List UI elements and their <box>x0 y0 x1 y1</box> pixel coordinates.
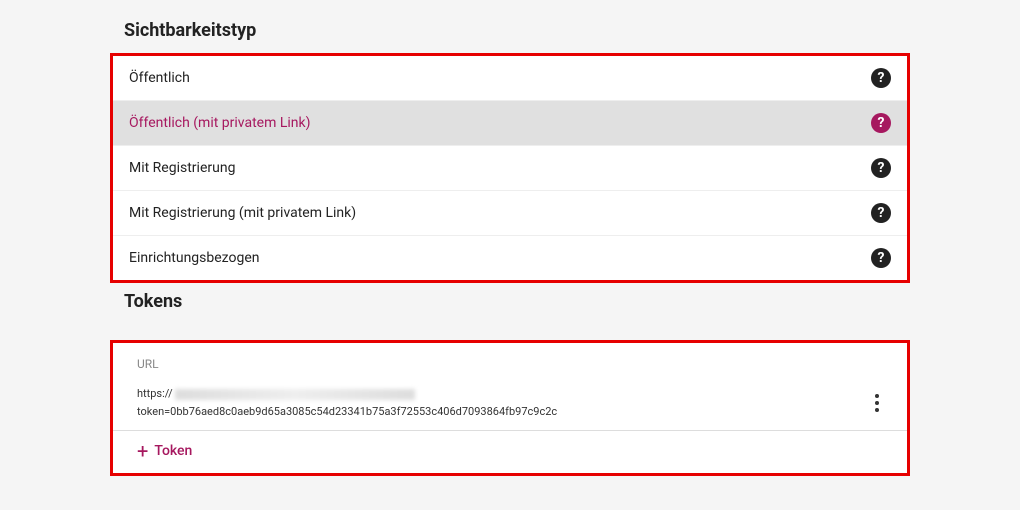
visibility-option-label: Öffentlich <box>129 70 190 86</box>
tokens-title: Tokens <box>110 291 910 312</box>
help-icon[interactable]: ? <box>871 248 891 268</box>
visibility-option-label: Mit Registrierung <box>129 160 235 176</box>
help-icon[interactable]: ? <box>871 113 891 133</box>
visibility-option-public[interactable]: Öffentlich ? <box>113 56 907 101</box>
visibility-section: Sichtbarkeitstyp Öffentlich ? Öffentlich… <box>110 20 910 283</box>
add-token-label: Token <box>154 443 192 459</box>
plus-icon: + <box>137 441 148 461</box>
visibility-option-public-private-link[interactable]: Öffentlich (mit privatem Link) ? <box>113 101 907 146</box>
visibility-option-label: Mit Registrierung (mit privatem Link) <box>129 205 356 221</box>
visibility-option-label: Öffentlich (mit privatem Link) <box>129 115 311 131</box>
add-token-button[interactable]: + Token <box>113 431 907 473</box>
visibility-list: Öffentlich ? Öffentlich (mit privatem Li… <box>113 56 907 280</box>
tokens-section: Tokens URL https:// token=0bb76aed8c0aeb… <box>110 291 910 476</box>
visibility-option-institution[interactable]: Einrichtungsbezogen ? <box>113 236 907 280</box>
visibility-option-label: Einrichtungsbezogen <box>129 250 260 266</box>
token-row: https:// token=0bb76aed8c0aeb9d65a3085c5… <box>113 379 907 431</box>
help-icon[interactable]: ? <box>871 68 891 88</box>
more-menu-icon[interactable] <box>865 391 889 415</box>
help-icon[interactable]: ? <box>871 158 891 178</box>
redacted-url-part <box>175 389 415 400</box>
help-icon[interactable]: ? <box>871 203 891 223</box>
visibility-option-registration[interactable]: Mit Registrierung ? <box>113 146 907 191</box>
visibility-option-registration-private-link[interactable]: Mit Registrierung (mit privatem Link) ? <box>113 191 907 236</box>
token-url: https:// token=0bb76aed8c0aeb9d65a3085c5… <box>137 385 865 420</box>
visibility-highlight-box: Öffentlich ? Öffentlich (mit privatem Li… <box>110 53 910 283</box>
tokens-header: URL <box>113 343 907 379</box>
visibility-title: Sichtbarkeitstyp <box>110 20 910 41</box>
tokens-highlight-box: URL https:// token=0bb76aed8c0aeb9d65a30… <box>110 340 910 476</box>
